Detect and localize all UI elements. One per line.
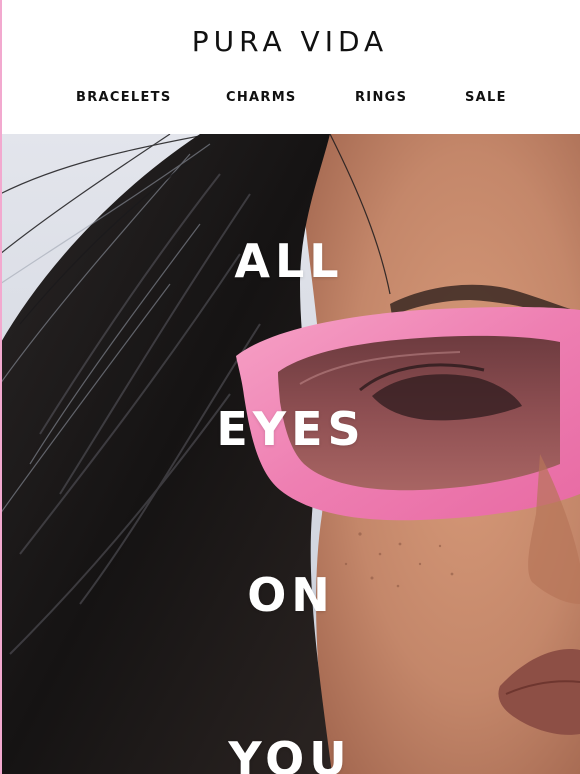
brand-logo[interactable]: PURA VIDA <box>0 24 580 60</box>
nav-item-charms[interactable]: CHARMS <box>226 88 297 108</box>
email-page: PURA VIDA BRACELETS CHARMS RINGS SALE AL… <box>0 0 580 774</box>
headline-line-3: ON <box>247 568 335 622</box>
left-accent-border <box>0 0 2 774</box>
hero-banner[interactable]: ALL EYES ON YOU <box>0 134 580 774</box>
headline-line-2: EYES <box>216 402 366 456</box>
header: PURA VIDA BRACELETS CHARMS RINGS SALE <box>0 0 580 134</box>
nav-item-sale[interactable]: SALE <box>465 88 507 108</box>
nav-item-rings[interactable]: RINGS <box>355 88 407 108</box>
headline-line-1: ALL <box>234 234 344 288</box>
main-nav: BRACELETS CHARMS RINGS SALE <box>0 88 580 108</box>
headline-line-4: YOU <box>228 732 352 774</box>
nav-item-bracelets[interactable]: BRACELETS <box>76 88 172 108</box>
